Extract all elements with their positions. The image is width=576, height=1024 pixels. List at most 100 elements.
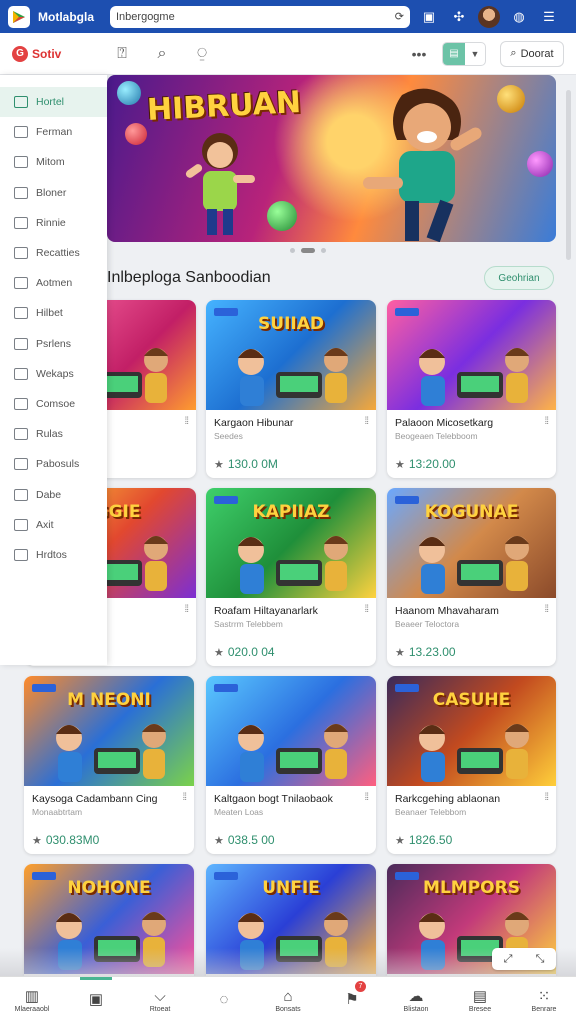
search-button-label: Doorat <box>520 47 554 60</box>
carousel-dot[interactable] <box>321 248 326 253</box>
game-thumbnail[interactable]: KOGUNAE <box>387 488 556 598</box>
tab-switch-icon[interactable]: ▣ <box>418 6 440 28</box>
carousel-dots[interactable] <box>290 248 326 253</box>
bottom-nav-item[interactable]: ▥ Mlaeraaobl <box>0 977 64 1024</box>
sidebar-item[interactable]: Hilbet <box>0 298 107 328</box>
character-illustration <box>419 536 529 594</box>
puzzle-icon <box>14 186 28 199</box>
game-card-body: Haanom Mhavaharam Beaeer Teloctora ⁞⁞ ★ 13.2… <box>387 598 556 666</box>
sidebar-item[interactable]: Recatties <box>0 238 107 268</box>
card-menu-icon[interactable]: ⁞⁞ <box>184 416 188 427</box>
hero-banner[interactable]: HIBRUAN <box>107 75 556 242</box>
game-card[interactable]: M NEONI Kaysoga Cadambann Cing Monaabtrtam… <box>24 676 194 854</box>
view-toggle[interactable]: ▤ ▼ <box>442 41 486 66</box>
sidebar-item[interactable]: Axit <box>0 510 107 540</box>
game-card[interactable]: Palaoon Micosetkarg Beogeaen Telebboom ⁞⁞ ★… <box>387 300 556 478</box>
bottom-nav-label: Rtoeat <box>149 1005 171 1013</box>
sidebar-item[interactable]: Mitom <box>0 147 107 177</box>
card-menu-icon[interactable]: ⁞⁞ <box>544 792 548 803</box>
section-action-button[interactable]: Geohrian <box>484 266 554 290</box>
fullscreen-icon[interactable]: ⤢ <box>504 953 513 966</box>
game-card[interactable]: SUIIAD Kargaon Hibunar Seedes ⁞⁞ ★ 130.0 0M <box>206 300 376 478</box>
app-logo-icon[interactable] <box>8 5 30 28</box>
sidebar-item-label: Hilbet <box>36 307 63 320</box>
game-title[interactable]: Kargaon Hibunar <box>214 417 368 429</box>
bottom-nav-item[interactable]: ◌ <box>192 977 256 1024</box>
game-title[interactable]: Haanom Mhavaharam <box>395 605 548 617</box>
notification-badge: 7 <box>355 981 366 992</box>
card-menu-icon[interactable]: ⁞⁞ <box>364 792 368 803</box>
bottom-nav-item[interactable]: ☁ Blistaon <box>384 977 448 1024</box>
collapse-icon[interactable]: ⤡ <box>536 953 545 966</box>
game-title[interactable]: Palaoon Micosetkarg <box>395 417 548 429</box>
lock-icon: ⌂ <box>283 987 293 1005</box>
game-subtitle: Seedes <box>214 431 243 441</box>
game-thumbnail[interactable]: CASUHE <box>387 676 556 786</box>
globe-icon[interactable]: ◍ <box>508 6 530 28</box>
bottom-nav-item[interactable]: ▤ Bresee <box>448 977 512 1024</box>
bottom-nav-item[interactable]: ⚑ 7 <box>320 977 384 1024</box>
carousel-dot[interactable] <box>290 248 295 253</box>
sidebar-item[interactable]: Dabe <box>0 479 107 509</box>
sidebar-item[interactable]: Hrdtos <box>0 540 107 570</box>
game-card[interactable]: CASUHE Rarkcgehing ablaonan Beanaer Telebb… <box>387 676 556 854</box>
orb-decoration <box>497 85 525 113</box>
sidebar-item[interactable]: Wekaps <box>0 359 107 389</box>
scrollbar[interactable] <box>566 90 571 260</box>
window-icon <box>14 397 28 410</box>
card-menu-icon[interactable]: ⁞⁞ <box>364 416 368 427</box>
star-icon: ★ <box>214 834 224 847</box>
sidebar-item-label: Psrlens <box>36 337 72 350</box>
bottom-nav-item[interactable]: ⌂ Bonsats <box>256 977 320 1024</box>
sidebar-item[interactable]: Rinnie <box>0 208 107 238</box>
game-thumbnail[interactable] <box>206 676 376 786</box>
url-bar[interactable]: Inbergogme ⟳ <box>110 5 410 28</box>
game-card[interactable]: KAPIIAZ Roafam Hiltayanarlark Sastrrm Tele… <box>206 488 376 666</box>
game-thumbnail[interactable]: KAPIIAZ <box>206 488 376 598</box>
game-title[interactable]: Kaltgaon bogt Tnilaobaok <box>214 793 368 805</box>
carousel-dot-active[interactable] <box>301 248 315 253</box>
grid-view-icon[interactable]: ▤ <box>443 42 465 65</box>
chevron-down-icon[interactable]: ▼ <box>465 49 485 59</box>
game-title[interactable]: Kaysoga Cadambann Cing <box>32 793 186 805</box>
dots-icon: ⁙ <box>537 987 551 1005</box>
sidebar-item[interactable]: Hortel <box>0 87 107 118</box>
help-icon[interactable]: ⍰ <box>102 45 142 63</box>
avatar[interactable] <box>478 5 500 28</box>
character-illustration <box>363 88 482 242</box>
sidebar-item[interactable]: Pabosuls <box>0 449 107 479</box>
sidebar-item[interactable]: Aotmen <box>0 268 107 298</box>
game-card[interactable]: KOGUNAE Haanom Mhavaharam Beaeer Teloctora… <box>387 488 556 666</box>
sidebar-item[interactable]: Rulas <box>0 419 107 449</box>
game-rating: ★ 020.0 04 <box>214 645 368 659</box>
bottom-nav-item[interactable]: ⁙ Benrare <box>512 977 576 1024</box>
bottom-nav-item[interactable]: ⌵ Rtoeat <box>128 977 192 1024</box>
card-menu-icon[interactable]: ⁞⁞ <box>184 604 188 615</box>
sidebar-item[interactable]: Psrlens <box>0 329 107 359</box>
extension-icon[interactable]: ✣ <box>448 6 470 28</box>
game-thumbnail[interactable] <box>387 300 556 410</box>
profile-icon[interactable]: ⍜ <box>182 45 222 63</box>
search-icon[interactable]: ⌕ <box>142 45 182 63</box>
more-icon[interactable]: ••• <box>404 46 434 62</box>
sidebar-item-label: Aotmen <box>36 277 73 290</box>
brand[interactable]: G Sotiv <box>12 45 102 62</box>
sidebar-item[interactable]: Comsoe <box>0 389 107 419</box>
sidebar-item[interactable]: Ferman <box>0 117 107 147</box>
reload-icon[interactable]: ⟳ <box>395 10 404 23</box>
bottom-nav-item[interactable]: ▣ <box>64 977 128 1024</box>
game-title[interactable]: Rarkcgehing ablaonan <box>395 793 548 805</box>
game-card[interactable]: Kaltgaon bogt Tnilaobaok Meaten Loas ⁞⁞ ★ 03… <box>206 676 376 854</box>
sidebar-item-label: Wekaps <box>36 367 74 380</box>
card-menu-icon[interactable]: ⁞⁞ <box>364 604 368 615</box>
sidebar-item[interactable]: Bloner <box>0 178 107 208</box>
card-menu-icon[interactable]: ⁞⁞ <box>182 792 186 803</box>
game-thumbnail[interactable]: M NEONI <box>24 676 194 786</box>
game-thumbnail[interactable]: SUIIAD <box>206 300 376 410</box>
search-button[interactable]: ⌕ Doorat <box>500 40 564 67</box>
sidebar-item-label: Ferman <box>36 126 73 139</box>
menu-icon[interactable]: ☰ <box>538 6 560 28</box>
card-menu-icon[interactable]: ⁞⁞ <box>544 416 548 427</box>
card-menu-icon[interactable]: ⁞⁞ <box>544 604 548 615</box>
game-title[interactable]: Roafam Hiltayanarlark <box>214 605 368 617</box>
